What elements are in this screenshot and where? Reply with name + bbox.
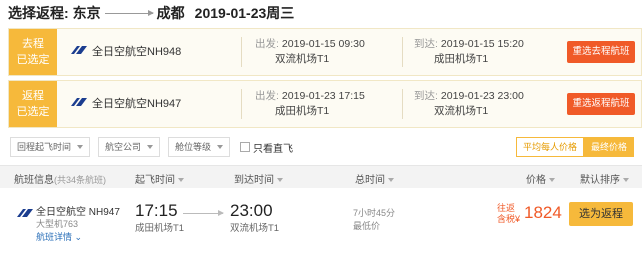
sort-icon	[178, 178, 184, 183]
total-price-tab[interactable]: 最终价格	[583, 137, 634, 157]
divider	[241, 37, 242, 67]
badge-line2: 已选定	[16, 106, 50, 118]
origin-city: 东京	[72, 5, 101, 21]
travel-date: 2019-01-23周三	[194, 5, 295, 21]
filter-bar: 回程起飞时间 航空公司 舱位等级 只看直飞	[10, 137, 293, 157]
col-arr-time-label: 到达时间	[234, 175, 274, 186]
flight-count: (共34条航班)	[54, 175, 107, 185]
direct-only-label: 只看直飞	[253, 143, 294, 155]
segment-arrival: 到达: 2019-01-23 23:00 双流机场T1	[414, 89, 524, 119]
arr-time: 2019-01-15 15:20	[440, 38, 524, 50]
segment-flight: 全日空航空NH947	[92, 98, 182, 110]
reselect-return-button[interactable]: 重选返程航班	[567, 93, 635, 115]
col-total-time-label: 总时间	[355, 175, 385, 186]
result-airline: 全日空航空 NH947	[36, 207, 120, 218]
direct-only-checkbox[interactable]: 只看直飞	[240, 137, 293, 157]
sort-icon	[388, 178, 394, 183]
arr-label: 到达:	[414, 90, 438, 102]
flight-detail-link[interactable]: 航班详情 ⌄	[36, 230, 82, 243]
reselect-outbound-button[interactable]: 重选去程航班	[567, 41, 635, 63]
dep-airport: 双流机场T1	[275, 53, 330, 65]
arr-label: 到达:	[414, 38, 438, 50]
arr-airport: 成田机场T1	[434, 53, 489, 65]
dep-airport: 成田机场T1	[275, 105, 330, 117]
result-arr-time: 23:00	[230, 201, 273, 220]
col-price-label: 价格	[526, 175, 546, 186]
price-label: 往返 含税¥	[497, 203, 520, 225]
col-flight-info-label: 航班信息	[14, 175, 54, 186]
divider	[241, 89, 242, 119]
result-duration: 7小时45分	[353, 208, 396, 218]
col-flight-info: 航班信息(共34条航班)	[14, 171, 106, 186]
segment-badge: 去程 已选定	[9, 29, 57, 75]
chevron-down-icon: ⌄	[74, 232, 83, 242]
ana-logo-icon	[17, 209, 33, 217]
ana-logo-icon	[71, 98, 87, 106]
col-dep-time-label: 起飞时间	[135, 175, 175, 186]
arr-airport: 双流机场T1	[434, 105, 489, 117]
dep-time: 2019-01-23 17:15	[281, 90, 365, 102]
result-dep-time: 17:15	[135, 201, 178, 220]
result-price: 1824	[524, 203, 562, 222]
divider	[402, 89, 403, 119]
result-stops: 最低价	[353, 221, 381, 231]
divider	[402, 37, 403, 67]
checkbox-icon[interactable]	[240, 142, 251, 152]
segment-departure: 出发: 2019-01-23 17:15 成田机场T1	[255, 89, 365, 119]
col-default-sort[interactable]: 默认排序	[580, 171, 629, 186]
sort-icon	[277, 178, 283, 183]
badge-line1: 返程	[22, 90, 44, 102]
result-arr-airport: 双流机场T1	[230, 223, 280, 234]
badge-line1: 去程	[22, 38, 44, 50]
sort-icon	[623, 178, 629, 183]
cabin-class-dropdown[interactable]: 舱位等级	[168, 137, 231, 157]
col-total-time[interactable]: 总时间	[355, 171, 394, 186]
sort-icon	[549, 178, 555, 183]
flight-arrow-icon	[183, 210, 224, 216]
price-label-2: 含税¥	[497, 214, 521, 224]
col-price[interactable]: 价格	[526, 171, 555, 186]
selected-segment-outbound: 去程 已选定 全日空航空NH948 出发: 2019-01-15 09:30 双流…	[8, 28, 642, 76]
flight-detail-label: 航班详情	[36, 232, 73, 242]
result-dep-airport: 成田机场T1	[135, 223, 185, 234]
dep-label: 出发:	[255, 38, 279, 50]
col-arr-time[interactable]: 到达时间	[234, 171, 283, 186]
ana-logo-icon	[71, 46, 87, 54]
segment-arrival: 到达: 2019-01-15 15:20 成田机场T1	[414, 37, 524, 67]
dep-label: 出发:	[255, 90, 279, 102]
col-sort-label: 默认排序	[580, 175, 620, 186]
badge-line2: 已选定	[16, 54, 50, 66]
arr-time: 2019-01-23 23:00	[440, 90, 524, 102]
segment-flight: 全日空航空NH948	[92, 46, 182, 58]
price-mode-toggle: 平均每人价格 最终价格	[515, 137, 634, 157]
route-title: 选择返程: 东京 成都 2019-01-23周三	[8, 3, 294, 23]
per-person-price-tab[interactable]: 平均每人价格	[515, 137, 584, 157]
result-aircraft: 大型机763	[36, 219, 79, 229]
price-label-1: 往返	[497, 203, 516, 213]
select-return-button[interactable]: 选为返程	[569, 202, 633, 226]
dep-time: 2019-01-15 09:30	[281, 38, 365, 50]
selected-segment-return: 返程 已选定 全日空航空NH947 出发: 2019-01-23 17:15 成田…	[8, 80, 642, 128]
col-dep-time[interactable]: 起飞时间	[135, 171, 184, 186]
results-header: 航班信息(共34条航班) 起飞时间 到达时间 总时间 价格 默认排序	[0, 165, 642, 189]
departure-time-dropdown[interactable]: 回程起飞时间	[10, 137, 91, 157]
segment-badge: 返程 已选定	[9, 81, 57, 127]
route-label: 选择返程:	[8, 5, 69, 21]
route-arrow-icon	[104, 9, 154, 16]
destination-city: 成都	[156, 5, 185, 21]
airline-dropdown[interactable]: 航空公司	[98, 137, 161, 157]
segment-departure: 出发: 2019-01-15 09:30 双流机场T1	[255, 37, 365, 67]
